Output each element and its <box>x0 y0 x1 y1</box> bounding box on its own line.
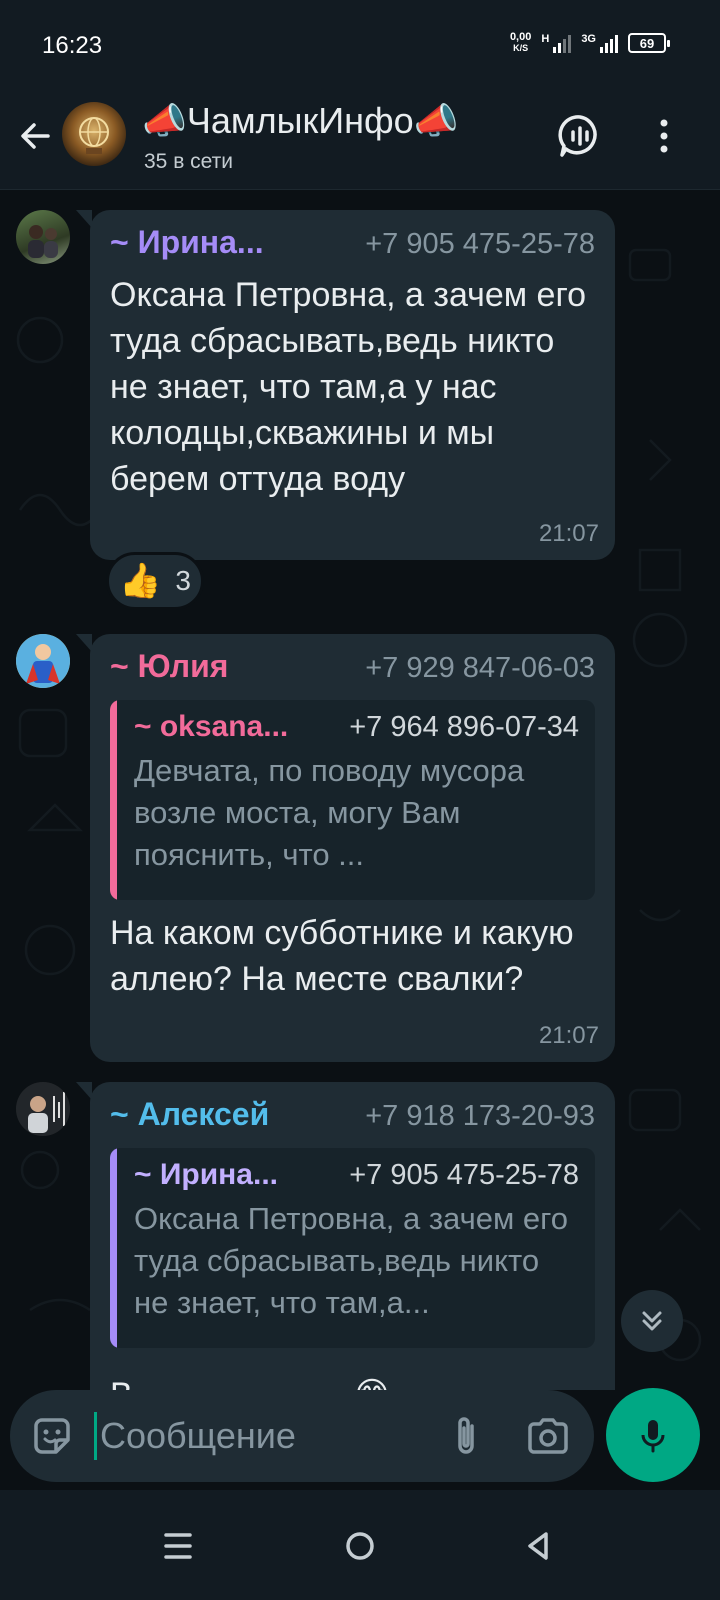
avatar[interactable] <box>16 210 70 264</box>
voice-chat-icon[interactable] <box>556 112 604 160</box>
group-title[interactable]: 📣ЧамлыкИнфо📣 <box>142 100 458 142</box>
sticker-icon[interactable] <box>28 1412 76 1460</box>
chat-header: 📣ЧамлыкИнфо📣 35 в сети <box>0 92 720 190</box>
message-input-container <box>10 1390 594 1482</box>
quote-text: Девчата, по поводу мусора возле моста, м… <box>134 753 525 872</box>
quote-phone: +7 964 896-07-34 <box>349 711 579 743</box>
online-count: 35 в сети <box>144 150 234 173</box>
scroll-down-button[interactable] <box>621 1290 683 1352</box>
composer <box>0 1388 720 1490</box>
status-bar: 16:23 0,00 K/S H 3G 69 <box>0 0 720 92</box>
quote-text: Оксана Петровна, а зачем его туда сбрасы… <box>134 1201 569 1320</box>
camera-icon[interactable] <box>524 1412 572 1460</box>
quote-bar <box>110 1148 117 1348</box>
quote-sender: ~ oksana... <box>134 710 289 743</box>
globe-emblem-icon <box>79 117 109 154</box>
message-input[interactable] <box>100 1410 420 1462</box>
avatar[interactable] <box>16 1082 70 1136</box>
laughing-emoji: 😂 <box>352 1376 392 1390</box>
group-avatar[interactable] <box>62 102 126 166</box>
message-bubble[interactable]: ~ Алексей +7 918 173-20-93 ~ Ирина... +7… <box>76 1082 615 1390</box>
double-chevron-down-icon <box>642 1311 662 1331</box>
message-text: Оксана Петровна, а зачем его туда сбрасы… <box>110 276 587 498</box>
network-speed-unit: K/S <box>513 43 529 53</box>
man-photo-icon <box>16 1082 70 1136</box>
quote-header: ~ oksana... +7 964 896-07-34 <box>134 710 579 744</box>
quote-header: ~ Ирина... +7 905 475-25-78 <box>134 1158 579 1192</box>
sender-name[interactable]: ~ Ирина... <box>110 224 264 261</box>
sender-name[interactable]: ~ Алексей <box>110 1096 269 1133</box>
text-cursor <box>94 1412 97 1460</box>
sender-phone: +7 918 173-20-93 <box>365 1100 595 1132</box>
nav-menu-icon[interactable] <box>148 1516 208 1576</box>
more-vert-icon[interactable] <box>640 112 688 160</box>
mic-button[interactable] <box>606 1388 700 1482</box>
quote-phone: +7 905 475-25-78 <box>349 1159 579 1191</box>
system-nav-bar <box>0 1490 720 1600</box>
avatar[interactable] <box>16 634 70 688</box>
thumbs-up-icon: 👍 <box>119 562 162 600</box>
network-speed: 0,00 K/S <box>510 32 531 54</box>
message-bubble[interactable]: ~ Ирина... +7 905 475-25-78 Оксана Петро… <box>76 210 615 560</box>
reaction-chip[interactable]: 👍 3 <box>106 552 204 610</box>
network-speed-value: 0,00 <box>509 31 532 43</box>
mic-icon <box>641 1420 665 1453</box>
status-time: 16:23 <box>42 32 103 59</box>
message-list[interactable]: ~ Ирина... +7 905 475-25-78 Оксана Петро… <box>0 190 720 1390</box>
reply-quote[interactable]: ~ Ирина... +7 905 475-25-78 Оксана Петро… <box>110 1148 595 1348</box>
quote-sender: ~ Ирина... <box>134 1158 278 1191</box>
bubble-tail <box>76 1082 92 1100</box>
attach-icon[interactable] <box>442 1412 490 1460</box>
message-header: ~ Ирина... +7 905 475-25-78 <box>110 224 595 264</box>
message-bubble[interactable]: ~ Юлия +7 929 847-06-03 ~ oksana... +7 9… <box>76 634 615 1062</box>
signal-icon: H <box>541 33 572 53</box>
signal2-label: 3G <box>581 33 596 45</box>
bubble-tail <box>76 210 92 228</box>
message-text-start: В <box>110 1376 133 1390</box>
nav-back-icon[interactable] <box>508 1516 568 1576</box>
sender-name[interactable]: ~ Юлия <box>110 648 228 685</box>
signal1-label: H <box>541 33 550 45</box>
bubble-tail <box>76 634 92 652</box>
message-header: ~ Алексей +7 918 173-20-93 <box>110 1096 595 1136</box>
back-arrow-icon[interactable] <box>14 114 58 158</box>
battery-icon: 69 <box>628 33 670 53</box>
reply-quote[interactable]: ~ oksana... +7 964 896-07-34 Девчата, по… <box>110 700 595 900</box>
message-time: 21:07 <box>538 1022 599 1049</box>
people-photo-icon <box>28 225 58 258</box>
sender-phone: +7 905 475-25-78 <box>365 228 595 260</box>
quote-bar <box>110 700 117 900</box>
superhero-photo-icon <box>16 634 70 688</box>
message-text: На каком субботнике и какую аллею? На ме… <box>110 914 574 998</box>
sender-phone: +7 929 847-06-03 <box>365 652 595 684</box>
reaction-count: 3 <box>175 565 191 596</box>
message-text: В 😂 <box>110 1372 595 1390</box>
message-header: ~ Юлия +7 929 847-06-03 <box>110 648 595 688</box>
signal-icon-2: 3G <box>581 33 618 53</box>
message-time: 21:07 <box>538 520 599 547</box>
status-indicators: 0,00 K/S H 3G 69 <box>510 32 670 54</box>
nav-home-icon[interactable] <box>330 1516 390 1576</box>
